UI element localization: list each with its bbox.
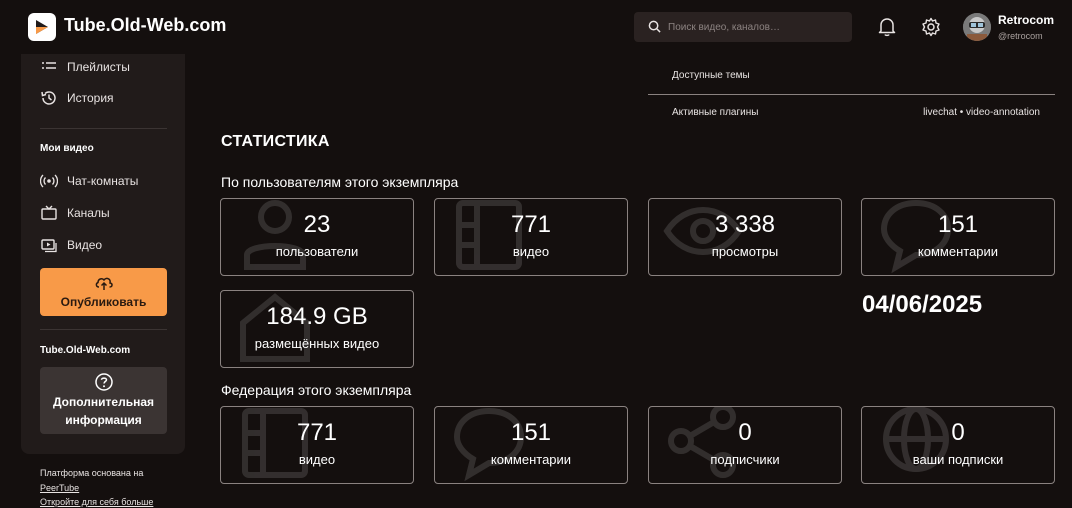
sidebar-item-channels[interactable]: Каналы [40,204,110,222]
stat-value: 0 [951,419,965,446]
stat-label: видео [512,244,550,259]
more-info-label-1: Дополнительная [52,395,155,409]
sidebar-item-label: Чат-комнаты [67,174,139,188]
stat-card-storage: 184.9 GB размещённых видео [220,290,414,368]
bell-icon[interactable] [878,17,896,37]
top-header: Tube.Old-Web.com Retrocom @retrocom [0,0,1072,54]
logo-icon[interactable] [28,13,56,41]
search-icon [648,20,661,33]
sidebar-item-label: Каналы [67,206,110,220]
gear-icon[interactable] [921,17,941,37]
sidebar: Плейлисты История Мои видео Чат-комнаты … [21,54,185,454]
section-my-videos: Мои видео [40,143,94,154]
plugins-value: livechat • video-annotation [923,107,1040,118]
history-icon [41,91,56,105]
properties-divider [648,94,1055,95]
footer-text: Платформа основана на [40,468,144,478]
date-stamp: 04/06/2025 [862,291,983,318]
stat-card-fed-followers: 0 подписчики [648,406,842,484]
broadcast-icon [40,174,58,188]
stat-label: подписчики [710,452,780,467]
stat-card-comments: 151 комментарии [861,198,1055,276]
stat-card-videos: 771 видео [434,198,628,276]
stat-label: комментарии [490,452,572,467]
help-icon [95,373,113,391]
stat-label: размещённых видео [254,336,380,351]
stat-label: просмотры [711,244,779,259]
more-info-label-2: информация [65,413,142,427]
federation-section-title: Федерация этого экземпляра [221,382,412,398]
stats-title: СТАТИСТИКА [221,133,330,150]
stat-label: пользователи [275,244,359,259]
stat-label: ваши подписки [912,452,1004,467]
list-icon [42,62,56,69]
publish-label: Опубликовать [60,295,147,309]
search-input[interactable] [668,12,844,42]
themes-label: Доступные темы [672,70,750,81]
stat-label: видео [298,452,336,467]
sidebar-item-label: История [67,91,114,105]
more-info-button[interactable]: Дополнительная информация [40,367,167,434]
sidebar-item-history[interactable]: История [40,89,114,107]
stat-card-fed-comments: 151 комментарии [434,406,628,484]
stat-value: 771 [296,419,338,446]
stat-card-fed-following: 0 ваши подписки [861,406,1055,484]
section-instance: Tube.Old-Web.com [40,345,131,356]
stat-value: 3 338 [714,211,776,238]
sidebar-item-videos[interactable]: Видео [40,236,102,254]
users-section-title: По пользователям этого экземпляра [221,174,459,190]
user-name[interactable]: Retrocom [998,13,1054,27]
stat-value: 151 [937,211,979,238]
search-box[interactable] [634,12,852,42]
discover-more-link[interactable]: Откройте для себя больше [40,497,153,507]
plugins-label: Активные плагины [672,107,759,118]
stat-card-fed-videos: 771 видео [220,406,414,484]
stat-value: 151 [510,419,552,446]
stat-value: 23 [303,211,331,238]
stat-value: 0 [738,419,752,446]
sidebar-item-label: Плейлисты [67,60,130,74]
tv-icon [41,205,57,220]
sidebar-divider [40,329,167,330]
sidebar-divider [40,128,167,129]
stat-label: комментарии [917,244,999,259]
video-icon [41,239,57,253]
user-handle: @retrocom [998,31,1043,41]
stat-value: 771 [510,211,552,238]
peertube-link[interactable]: PeerTube [40,483,79,493]
sidebar-item-playlists[interactable]: Плейлисты [40,58,130,76]
publish-button[interactable]: Опубликовать [40,268,167,316]
stat-value: 184.9 GB [266,303,368,330]
sidebar-item-label: Видео [67,238,103,252]
stat-card-users: 23 пользователи [220,198,414,276]
sidebar-item-chat-rooms[interactable]: Чат-комнаты [40,172,138,190]
stat-card-views: 3 338 просмотры [648,198,842,276]
brand-name[interactable]: Tube.Old-Web.com [64,15,226,36]
upload-icon [95,277,113,290]
avatar[interactable] [963,13,991,41]
